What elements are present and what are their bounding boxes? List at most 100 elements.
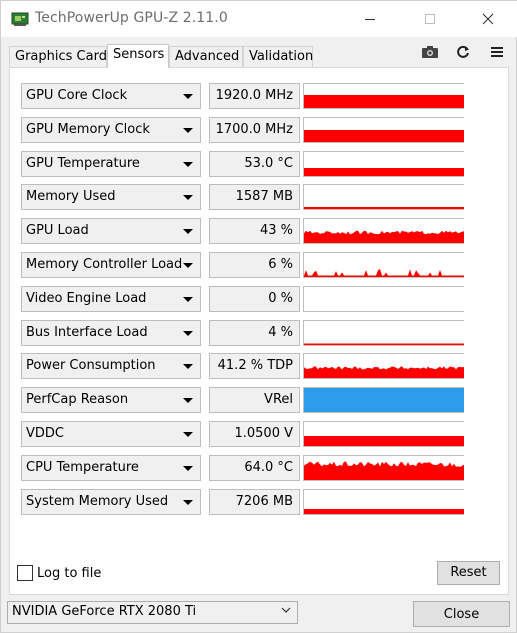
sensor-value: 1700.0 MHz	[209, 117, 300, 143]
sensor-value: 7206 MB	[209, 489, 300, 515]
sensor-label: Power Consumption	[26, 358, 156, 373]
sensor-label: GPU Memory Clock	[26, 122, 150, 137]
sensor-value: 43 %	[209, 218, 300, 244]
sensor-row: GPU Load 43 %	[21, 218, 464, 246]
sensor-select[interactable]: GPU Temperature	[21, 151, 201, 177]
graph-plot	[304, 230, 464, 243]
sensor-value: 64.0 °C	[209, 455, 300, 481]
sensor-row: Memory Used 1587 MB	[21, 184, 464, 212]
dropdown-arrow-icon	[183, 195, 193, 200]
sensor-select[interactable]: Video Engine Load	[21, 286, 201, 312]
sensor-select[interactable]: GPU Load	[21, 218, 201, 244]
close-button[interactable]: Close	[413, 601, 510, 627]
sensor-row: Memory Controller Load 6 %	[21, 252, 464, 280]
chevron-down-icon	[281, 605, 291, 618]
sensor-value: 53.0 °C	[209, 151, 300, 177]
gpu-select-dropdown[interactable]: NVIDIA GeForce RTX 2080 Ti	[7, 601, 298, 624]
sensor-row: GPU Memory Clock 1700.0 MHz	[21, 117, 464, 145]
sensor-label: PerfCap Reason	[26, 392, 129, 407]
dropdown-arrow-icon	[183, 263, 193, 268]
graph-area	[304, 269, 464, 277]
minimize-button[interactable]	[347, 1, 393, 37]
sensor-graph	[303, 387, 464, 413]
sensor-row: VDDC 1.0500 V	[21, 421, 464, 449]
sensor-row: GPU Temperature 53.0 °C	[21, 151, 464, 179]
sensor-select[interactable]: GPU Core Clock	[21, 83, 201, 109]
graph-plot	[304, 366, 464, 378]
tab-validation[interactable]: Validation	[243, 46, 313, 67]
sensor-graph	[303, 218, 464, 244]
sensor-row: Power Consumption 41.2 % TDP	[21, 353, 464, 381]
refresh-icon[interactable]	[452, 43, 474, 61]
sensor-label: Memory Used	[26, 189, 116, 204]
sensor-select[interactable]: Bus Interface Load	[21, 320, 201, 346]
sensor-label: Memory Controller Load	[26, 257, 183, 272]
log-to-file[interactable]: Log to file	[17, 565, 101, 581]
sensor-graph	[303, 455, 464, 481]
graph-plot	[304, 461, 464, 480]
sensor-label: GPU Core Clock	[26, 88, 128, 103]
window-title: TechPowerUp GPU-Z 2.11.0	[35, 10, 228, 26]
dropdown-arrow-icon	[183, 229, 193, 234]
tab-sensors[interactable]: Sensors	[107, 44, 169, 68]
dropdown-arrow-icon	[183, 364, 193, 369]
sensor-select[interactable]: CPU Temperature	[21, 455, 201, 481]
sensor-label: GPU Load	[26, 223, 89, 238]
dropdown-arrow-icon	[183, 94, 193, 99]
perfcap-status-fill	[304, 388, 464, 412]
dropdown-arrow-icon	[183, 432, 193, 437]
camera-icon[interactable]	[419, 43, 441, 61]
sensor-select[interactable]: VDDC	[21, 421, 201, 447]
sensor-value: 1.0500 V	[209, 421, 300, 447]
sensor-graph	[303, 489, 464, 515]
dropdown-arrow-icon	[183, 500, 193, 505]
menu-icon[interactable]	[486, 43, 508, 61]
dropdown-arrow-icon	[183, 128, 193, 133]
sensor-graph	[303, 252, 464, 278]
graph-fill	[304, 436, 464, 446]
graph-fill	[304, 168, 464, 176]
log-to-file-label: Log to file	[37, 565, 102, 581]
gpu-z-app-icon	[11, 11, 29, 27]
sensor-value: 0 %	[209, 286, 300, 312]
sensor-graph	[303, 184, 464, 210]
sensor-value: 4 %	[209, 320, 300, 346]
sensor-label: Video Engine Load	[26, 291, 147, 306]
log-to-file-checkbox[interactable]	[17, 565, 33, 581]
close-window-button[interactable]	[465, 1, 511, 37]
sensor-row: GPU Core Clock 1920.0 MHz	[21, 83, 464, 111]
graph-fill	[304, 509, 464, 514]
dropdown-arrow-icon	[183, 297, 193, 302]
title-bar[interactable]: TechPowerUp GPU-Z 2.11.0	[1, 1, 517, 37]
sensors-panel: GPU Core Clock 1920.0 MHz GPU Memory Clock…	[9, 67, 509, 595]
sensor-graph	[303, 83, 464, 109]
dropdown-arrow-icon	[183, 466, 193, 471]
sensor-graph	[303, 117, 464, 143]
sensor-label: Bus Interface Load	[26, 325, 148, 340]
sensor-select[interactable]: Memory Controller Load	[21, 252, 201, 278]
gpu-z-window: TechPowerUp GPU-Z 2.11.0 Graphics Card S…	[0, 0, 517, 633]
sensor-select[interactable]: System Memory Used	[21, 489, 201, 515]
sensor-label: GPU Temperature	[26, 156, 140, 171]
tab-advanced[interactable]: Advanced	[169, 46, 243, 67]
sensor-value: 6 %	[209, 252, 300, 278]
sensor-label: VDDC	[26, 426, 64, 441]
sensor-select[interactable]: GPU Memory Clock	[21, 117, 201, 143]
sensor-select[interactable]: PerfCap Reason	[21, 387, 201, 413]
dropdown-arrow-icon	[183, 331, 193, 336]
reset-button[interactable]: Reset	[437, 561, 500, 585]
graph-fill	[304, 207, 464, 209]
sensor-row: CPU Temperature 64.0 °C	[21, 455, 464, 483]
maximize-button[interactable]	[407, 1, 453, 37]
sensor-select[interactable]: Memory Used	[21, 184, 201, 210]
sensor-row: Bus Interface Load 4 %	[21, 320, 464, 348]
sensor-graph	[303, 353, 464, 379]
dropdown-arrow-icon	[183, 162, 193, 167]
sensor-row: PerfCap Reason VRel	[21, 387, 464, 415]
sensor-graph	[303, 286, 464, 312]
sensor-row: System Memory Used 7206 MB	[21, 489, 464, 517]
tab-graphics-card[interactable]: Graphics Card	[9, 46, 107, 67]
graph-area	[304, 230, 464, 243]
sensor-select[interactable]: Power Consumption	[21, 353, 201, 379]
sensor-graph	[303, 320, 464, 346]
